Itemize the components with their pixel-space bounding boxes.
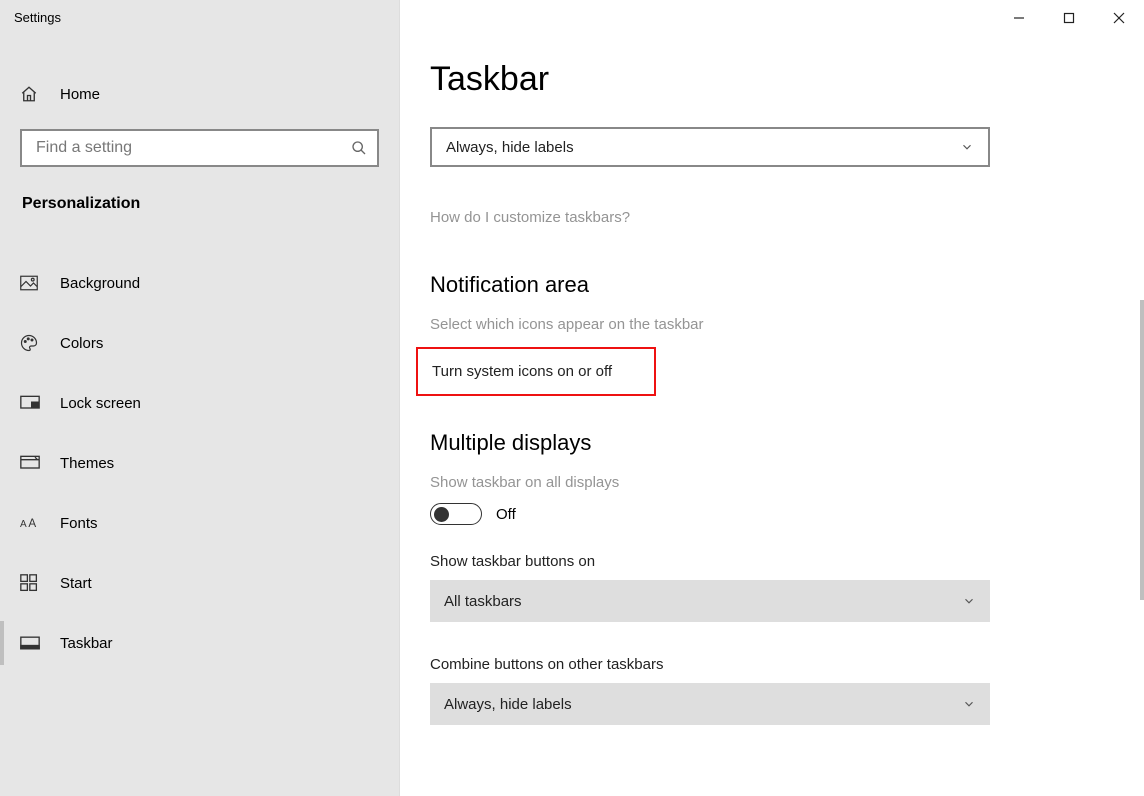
sidebar-item-start[interactable]: Start xyxy=(0,553,399,613)
svg-text:A: A xyxy=(20,519,27,530)
themes-icon xyxy=(20,455,42,471)
sidebar-item-lock-screen[interactable]: Lock screen xyxy=(0,373,399,433)
picture-icon xyxy=(20,275,42,291)
window-controls xyxy=(994,0,1144,36)
show-buttons-on-dropdown[interactable]: All taskbars xyxy=(430,580,990,622)
page-title: Taskbar xyxy=(430,60,1070,99)
maximize-button[interactable] xyxy=(1044,0,1094,36)
section-header: Personalization xyxy=(0,195,399,213)
toggle-state: Off xyxy=(496,506,516,523)
combine-buttons-dropdown[interactable]: Always, hide labels xyxy=(430,127,990,167)
dropdown-value: Always, hide labels xyxy=(446,139,574,156)
home-icon xyxy=(20,85,42,103)
sidebar-item-label: Fonts xyxy=(60,515,98,532)
nav-list: Background Colors Lock screen Themes AA … xyxy=(0,253,399,673)
sidebar-item-label: Colors xyxy=(60,335,103,352)
main-area: Taskbar Always, hide labels How do I cus… xyxy=(400,0,1144,796)
show-taskbar-toggle[interactable] xyxy=(430,503,482,525)
taskbar-icon xyxy=(20,636,42,650)
home-button[interactable]: Home xyxy=(0,73,399,115)
notification-link-2[interactable]: Turn system icons on or off xyxy=(432,363,612,380)
notification-header: Notification area xyxy=(430,272,1070,298)
combine-other-dropdown[interactable]: Always, hide labels xyxy=(430,683,990,725)
search-icon xyxy=(351,140,367,156)
sidebar-item-fonts[interactable]: AA Fonts xyxy=(0,493,399,553)
dropdown-value: All taskbars xyxy=(444,593,522,610)
palette-icon xyxy=(20,334,42,352)
multiple-displays-header: Multiple displays xyxy=(430,430,1070,456)
sidebar-item-label: Background xyxy=(60,275,140,292)
sidebar-item-themes[interactable]: Themes xyxy=(0,433,399,493)
dropdown-value: Always, hide labels xyxy=(444,696,572,713)
scrollbar[interactable] xyxy=(1140,300,1144,600)
fonts-icon: AA xyxy=(20,515,42,531)
combine-other-label: Combine buttons on other taskbars xyxy=(430,656,1070,673)
search-box[interactable] xyxy=(20,129,379,167)
start-icon xyxy=(20,574,42,592)
sidebar: Settings Home Personalization Background… xyxy=(0,0,400,796)
chevron-down-icon xyxy=(962,594,976,608)
home-label: Home xyxy=(60,86,100,103)
highlighted-link-box: Turn system icons on or off xyxy=(416,347,656,396)
sidebar-item-label: Themes xyxy=(60,455,114,472)
search-input[interactable] xyxy=(34,138,351,158)
minimize-button[interactable] xyxy=(994,0,1044,36)
sidebar-item-taskbar[interactable]: Taskbar xyxy=(0,613,399,673)
sidebar-item-label: Start xyxy=(60,575,92,592)
show-buttons-on-label: Show taskbar buttons on xyxy=(430,553,1070,570)
monitor-icon xyxy=(20,395,42,411)
toggle-label: Show taskbar on all displays xyxy=(430,474,1070,491)
help-link[interactable]: How do I customize taskbars? xyxy=(430,209,1070,226)
sidebar-item-label: Lock screen xyxy=(60,395,141,412)
notification-link-1[interactable]: Select which icons appear on the taskbar xyxy=(430,316,1070,333)
sidebar-item-label: Taskbar xyxy=(60,635,113,652)
sidebar-item-background[interactable]: Background xyxy=(0,253,399,313)
chevron-down-icon xyxy=(962,697,976,711)
toggle-knob xyxy=(434,507,449,522)
close-button[interactable] xyxy=(1094,0,1144,36)
chevron-down-icon xyxy=(960,140,974,154)
svg-text:A: A xyxy=(28,517,36,530)
sidebar-item-colors[interactable]: Colors xyxy=(0,313,399,373)
app-title: Settings xyxy=(0,0,399,25)
